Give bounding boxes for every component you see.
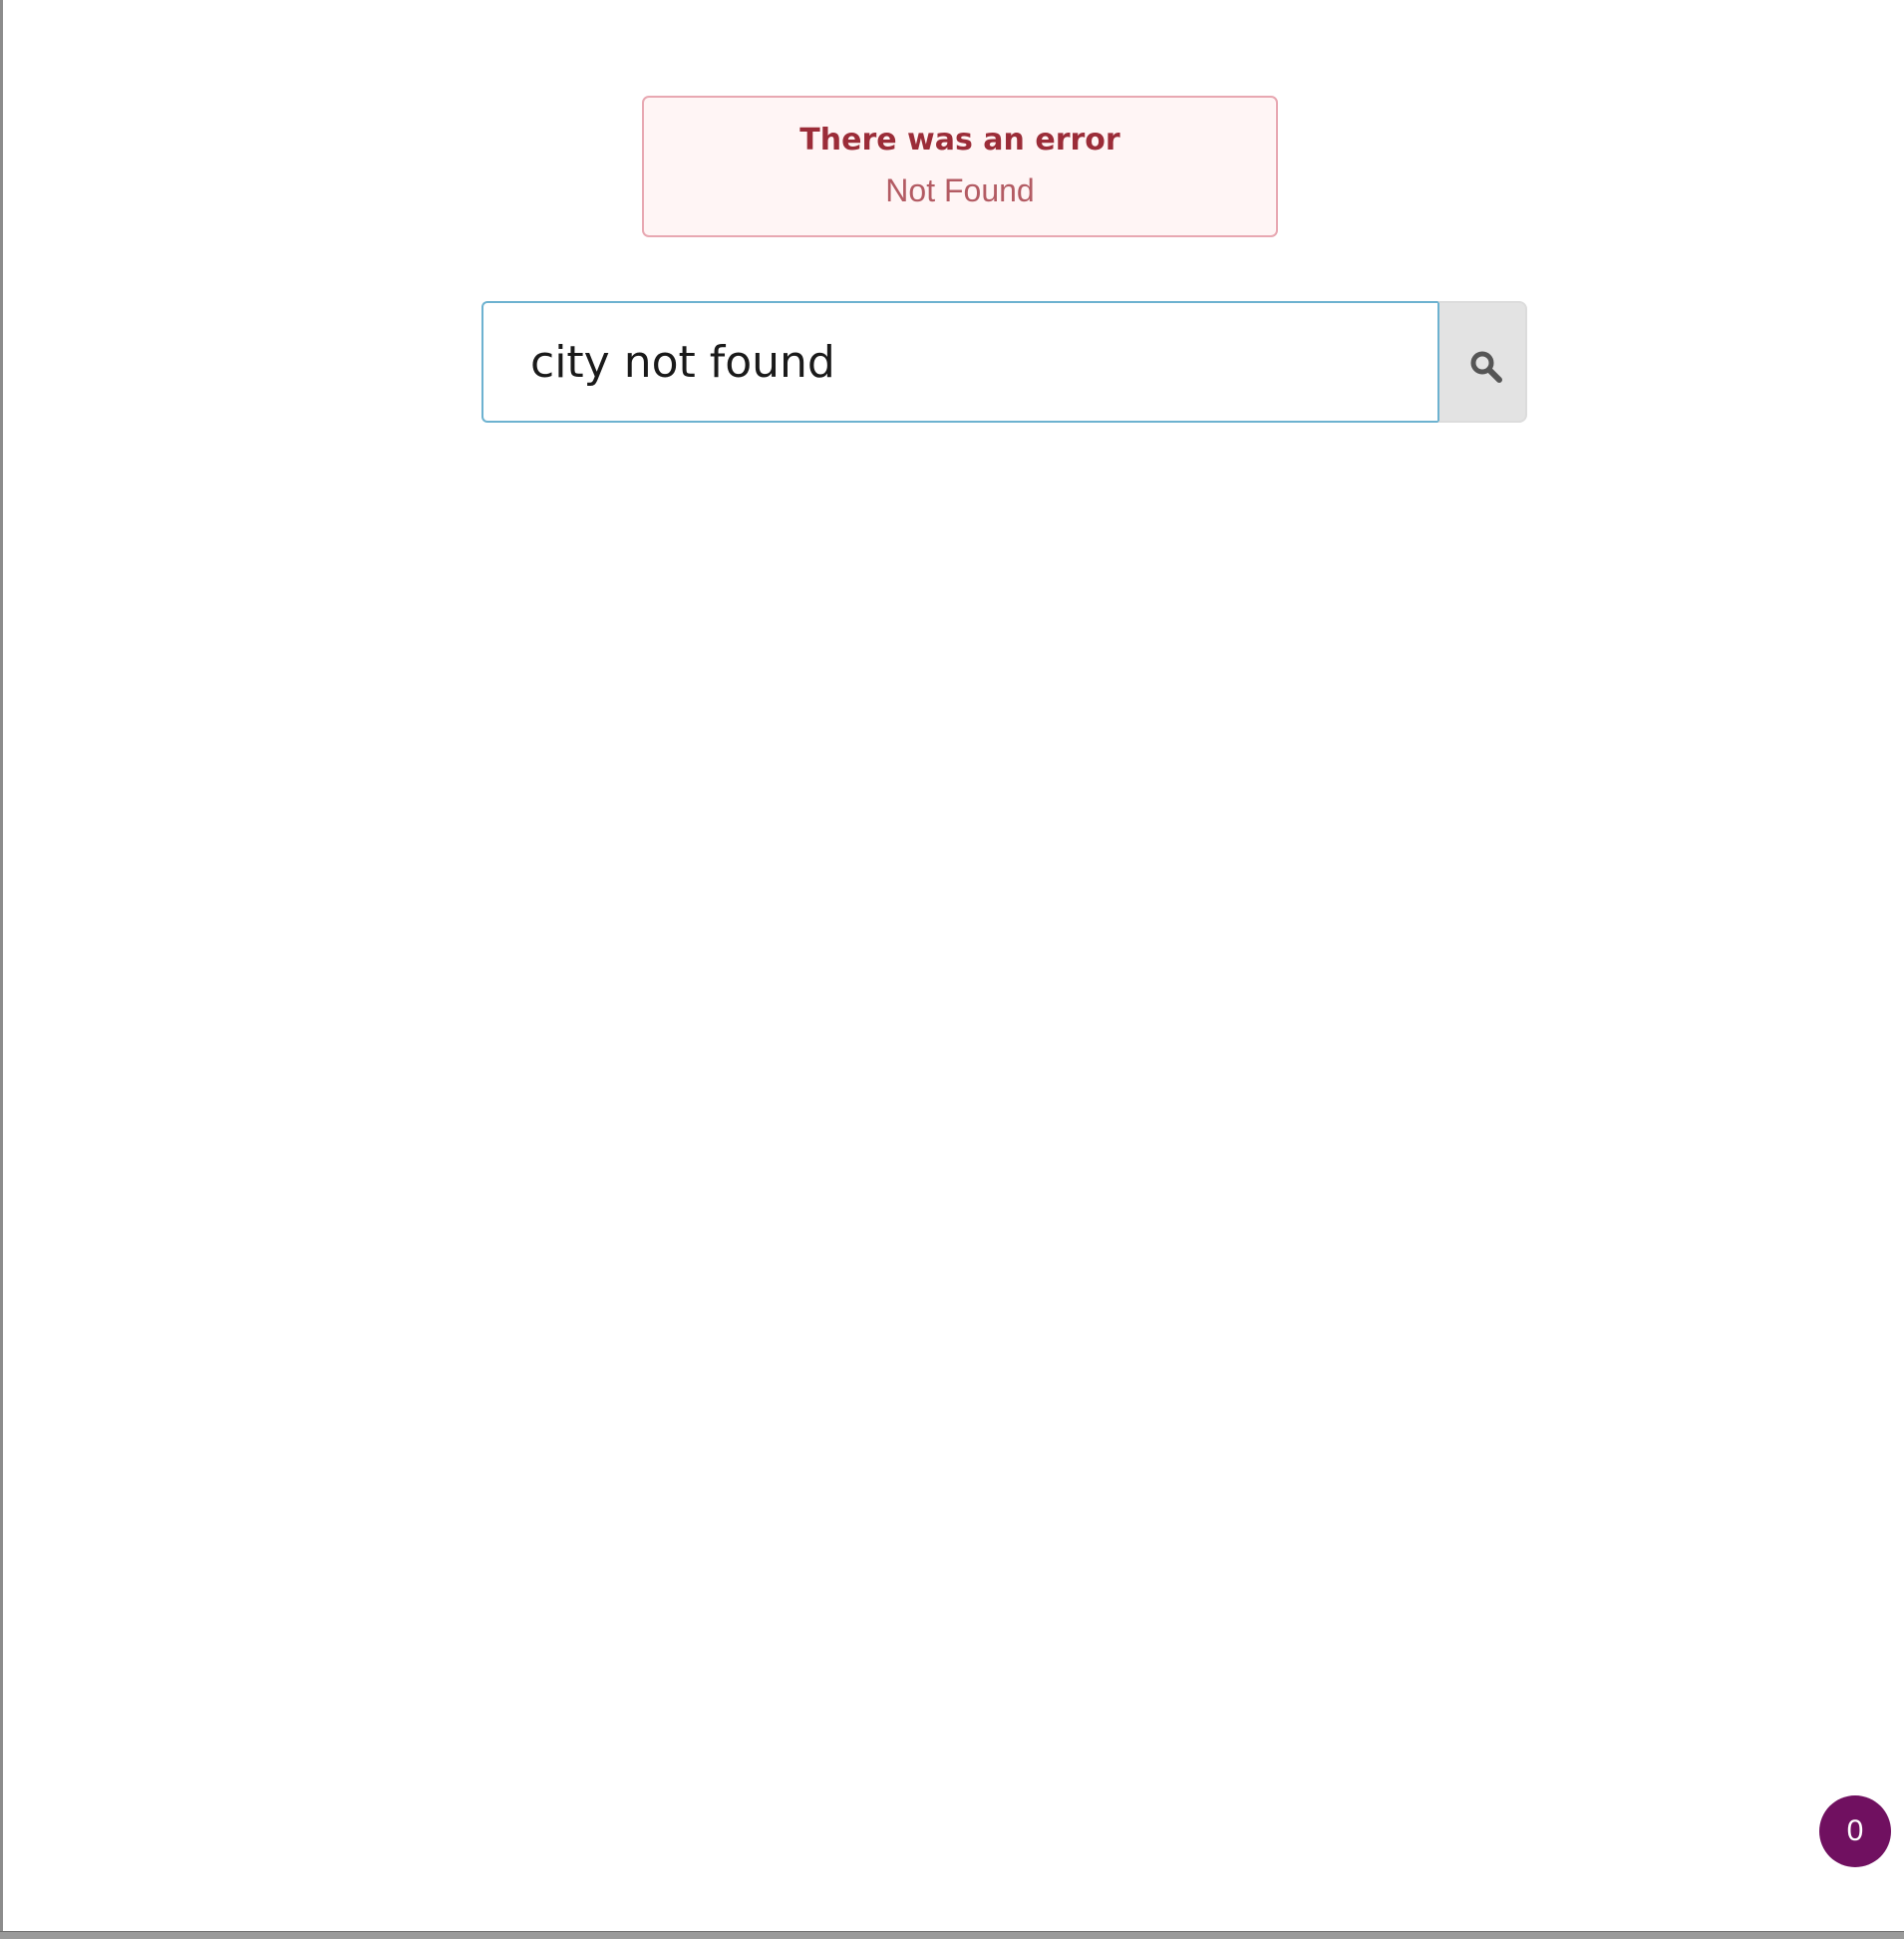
search-icon	[1469, 350, 1503, 384]
search-group	[481, 301, 1527, 423]
search-input[interactable]	[481, 301, 1439, 423]
search-button[interactable]	[1437, 301, 1527, 423]
error-message: Not Found	[885, 172, 1035, 208]
counter-badge[interactable]: 0	[1819, 1795, 1891, 1867]
page-viewport: There was an error Not Found 0	[3, 0, 1904, 1931]
error-title: There was an error	[799, 123, 1120, 158]
error-alert: There was an error Not Found	[642, 96, 1278, 237]
